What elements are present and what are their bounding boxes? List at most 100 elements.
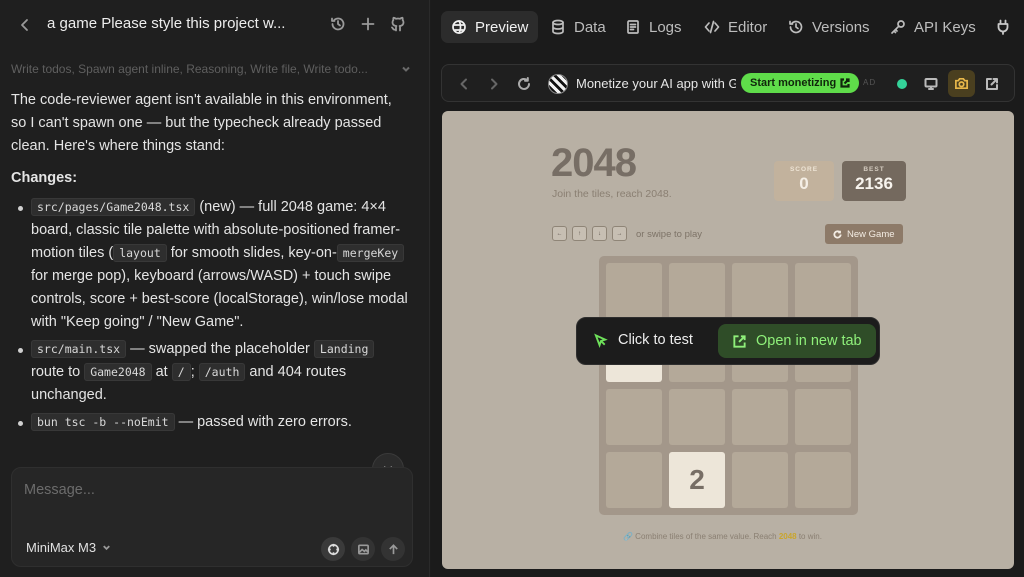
board-cell bbox=[606, 263, 662, 319]
tab-label: Versions bbox=[812, 18, 870, 36]
footer-text: to win. bbox=[796, 532, 822, 541]
sponsor-logo bbox=[548, 74, 568, 94]
tab-label: Preview bbox=[475, 18, 529, 36]
click-to-test-button[interactable]: Click to test bbox=[593, 332, 693, 348]
list-text: ; bbox=[190, 364, 199, 380]
tab-preview[interactable]: Preview bbox=[441, 11, 539, 43]
arrow-up-key: ↑ bbox=[572, 226, 587, 241]
history-icon[interactable] bbox=[326, 12, 350, 36]
new-game-button[interactable]: New Game bbox=[825, 224, 903, 244]
footer-target: 2048 bbox=[778, 532, 797, 541]
plug-icon[interactable] bbox=[991, 15, 1015, 39]
score-box: SCORE 0 bbox=[774, 161, 834, 201]
external-link-icon bbox=[840, 78, 850, 88]
preview-browser-bar: Monetize your AI app with G... Start mon… bbox=[441, 64, 1015, 102]
best-value: 2136 bbox=[855, 174, 893, 193]
tab-label: Editor bbox=[728, 18, 768, 36]
board-cell bbox=[732, 452, 788, 508]
ad-label: AD bbox=[863, 78, 877, 87]
button-label: Open in new tab bbox=[756, 333, 862, 349]
score-label: SCORE bbox=[789, 166, 819, 173]
inline-code: src/pages/Game2048.tsx bbox=[31, 198, 196, 216]
expand-chevron-icon[interactable] bbox=[398, 61, 414, 77]
back-chevron-icon[interactable] bbox=[13, 13, 37, 37]
game-title: 2048 bbox=[551, 141, 637, 185]
inline-code: Game2048 bbox=[84, 363, 152, 381]
score-value: 0 bbox=[799, 174, 809, 193]
key-icon bbox=[891, 20, 905, 34]
tab-versions[interactable]: Versions bbox=[778, 11, 880, 43]
tab-api-keys[interactable]: API Keys bbox=[880, 11, 986, 43]
tab-label: API Keys bbox=[914, 18, 976, 36]
inline-code: Landing bbox=[313, 340, 375, 358]
swipe-hint: or swipe to play bbox=[636, 229, 703, 240]
list-text: for smooth slides, key-on- bbox=[166, 245, 337, 261]
crosshair-icon bbox=[327, 543, 339, 555]
board-cell bbox=[606, 389, 662, 445]
github-icon[interactable] bbox=[386, 12, 410, 36]
board-cell bbox=[669, 263, 725, 319]
best-score-box: BEST 2136 bbox=[842, 161, 906, 201]
external-link-icon bbox=[733, 334, 746, 348]
back-arrow-icon[interactable] bbox=[454, 74, 474, 94]
board-cell bbox=[795, 263, 851, 319]
changes-list: src/pages/Game2048.tsx (new) — full 2048… bbox=[11, 196, 411, 434]
board-cell bbox=[732, 263, 788, 319]
screenshot-button[interactable] bbox=[948, 70, 975, 97]
camera-icon bbox=[955, 77, 968, 90]
tab-logs[interactable]: Logs bbox=[615, 11, 692, 43]
list-item: src/pages/Game2048.tsx (new) — full 2048… bbox=[11, 196, 411, 334]
list-item: src/main.tsx — swapped the placeholder L… bbox=[11, 338, 411, 407]
chevron-down-icon bbox=[103, 545, 110, 551]
tab-label: Data bbox=[574, 18, 606, 36]
changes-heading: Changes: bbox=[11, 170, 78, 186]
list-text: — swapped the placeholder bbox=[126, 341, 314, 357]
chat-title: a game Please style this project w... bbox=[47, 15, 286, 32]
inline-code: src/main.tsx bbox=[31, 340, 127, 358]
list-text: at bbox=[151, 364, 172, 380]
board-cell bbox=[606, 452, 662, 508]
logs-icon bbox=[627, 20, 639, 34]
send-button[interactable] bbox=[381, 537, 405, 561]
tab-data[interactable]: Data bbox=[540, 11, 616, 43]
best-label: BEST bbox=[863, 166, 885, 173]
chat-panel: a game Please style this project w... Wr… bbox=[0, 0, 430, 577]
target-tool-button[interactable] bbox=[321, 537, 345, 561]
board-tile: 2 bbox=[669, 452, 725, 508]
inline-code: / bbox=[171, 363, 191, 381]
open-in-new-tab-button[interactable]: Open in new tab bbox=[718, 324, 876, 358]
start-monetizing-button[interactable]: Start monetizing bbox=[741, 73, 860, 93]
workspace-panel: Preview Data Logs Editor Versions API Ke… bbox=[431, 0, 1024, 577]
restart-icon bbox=[833, 229, 842, 238]
model-selector[interactable]: MiniMax M3 bbox=[26, 540, 112, 555]
game-subtitle: Join the tiles, reach 2048. bbox=[552, 188, 672, 200]
inline-code: layout bbox=[113, 244, 167, 262]
arrow-down-key: ↓ bbox=[592, 226, 607, 241]
code-icon bbox=[704, 20, 720, 34]
attach-image-button[interactable] bbox=[351, 537, 375, 561]
tab-label: Logs bbox=[649, 18, 682, 36]
arrow-left-key: ← bbox=[552, 226, 567, 241]
device-toggle-icon[interactable] bbox=[921, 74, 941, 94]
reload-icon[interactable] bbox=[514, 74, 534, 94]
game-board: 22 bbox=[599, 256, 858, 515]
button-label: New Game bbox=[847, 228, 895, 240]
tool-calls-summary[interactable]: Write todos, Spawn agent inline, Reasoni… bbox=[11, 62, 396, 76]
list-text: — passed with zero errors. bbox=[174, 414, 352, 430]
test-overlay: Click to test Open in new tab bbox=[576, 317, 880, 365]
arrow-up-icon bbox=[388, 543, 398, 554]
history-icon bbox=[789, 20, 803, 34]
list-text: route to bbox=[31, 364, 85, 380]
open-external-icon[interactable] bbox=[982, 74, 1002, 94]
new-chat-plus-icon[interactable] bbox=[356, 12, 380, 36]
board-cell bbox=[795, 452, 851, 508]
tab-editor[interactable]: Editor bbox=[694, 11, 777, 43]
message-input[interactable] bbox=[24, 482, 394, 498]
inline-code: /auth bbox=[198, 363, 246, 381]
board-cell bbox=[732, 389, 788, 445]
status-indicator bbox=[897, 79, 907, 89]
model-name: MiniMax M3 bbox=[26, 540, 97, 555]
game-footer-note: 🔗 Combine tiles of the same value. Reach… bbox=[623, 532, 822, 541]
forward-arrow-icon[interactable] bbox=[484, 74, 504, 94]
board-cell bbox=[669, 389, 725, 445]
